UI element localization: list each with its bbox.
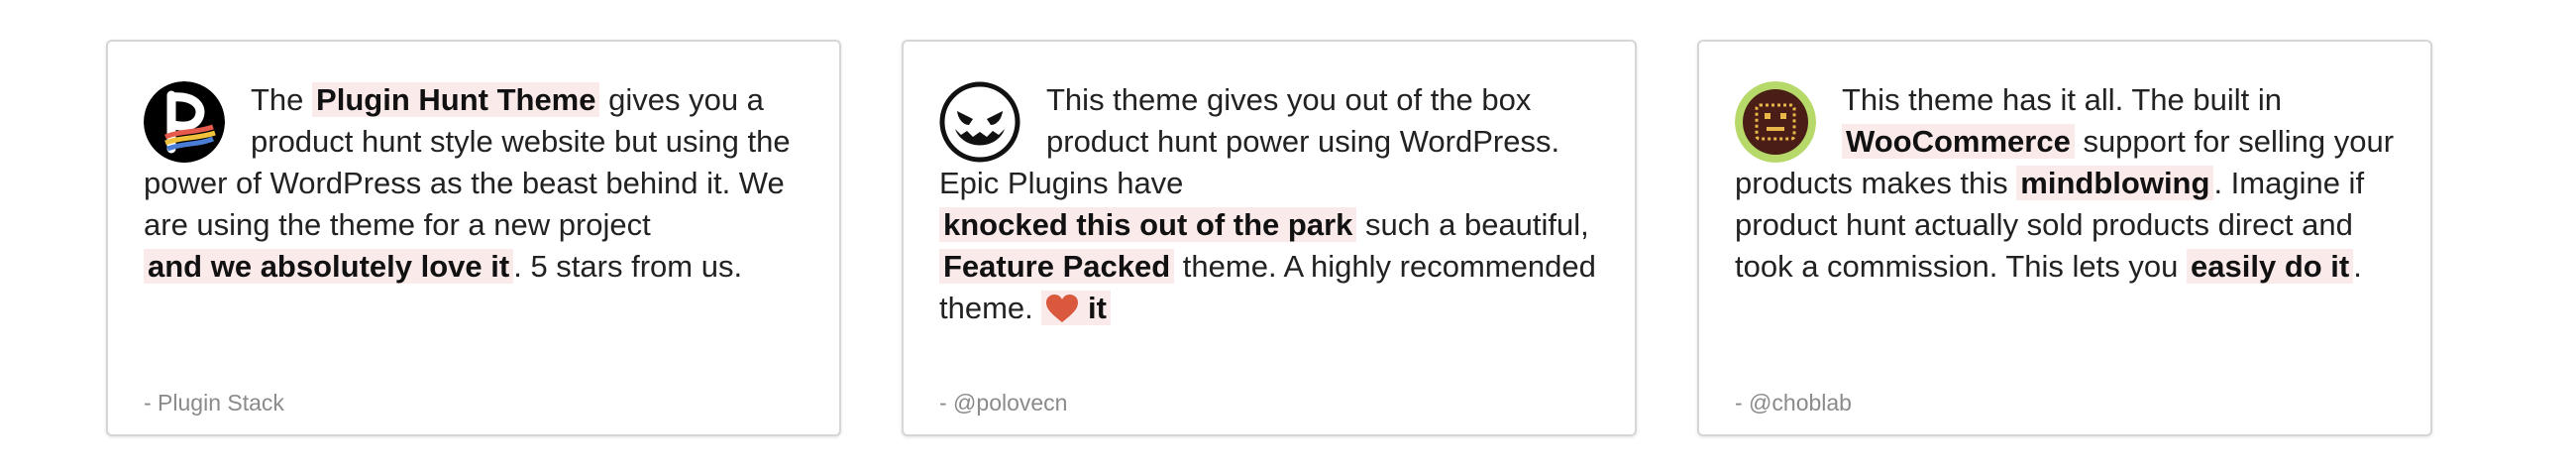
testimonial-author: - @polovecn — [939, 390, 1068, 416]
love-text: it — [1088, 291, 1107, 325]
love-highlight: it — [1041, 291, 1111, 325]
testimonial-card-plugin-stack: The Plugin Hunt Theme gives you a produc… — [106, 40, 841, 436]
body-text: The — [251, 82, 304, 117]
testimonial-text: This theme gives you out of the box prod… — [939, 79, 1605, 329]
body-text: . — [2353, 249, 2362, 284]
body-text: This theme has it all. The built in — [1842, 82, 2282, 117]
body-text: This theme gives you out of the box prod… — [939, 82, 1560, 200]
testimonials-row: The Plugin Hunt Theme gives you a produc… — [106, 40, 2432, 436]
testimonial-author: - @choblab — [1735, 390, 1852, 416]
testimonial-card-choblab: This theme has it all. The built in WooC… — [1697, 40, 2432, 436]
heart-icon — [1046, 295, 1079, 322]
highlight-text: Feature Packed — [939, 249, 1175, 284]
testimonial-text: This theme has it all. The built in WooC… — [1735, 79, 2401, 288]
body-text: . 5 stars from us. — [513, 249, 743, 284]
highlight-text: Plugin Hunt Theme — [312, 82, 600, 117]
highlight-text: easily do it — [2187, 249, 2354, 284]
highlight-text: and we absolutely love it — [144, 249, 514, 284]
plugin-stack-logo-icon — [144, 81, 225, 163]
testimonial-author: - Plugin Stack — [144, 390, 284, 416]
robot-face-icon — [1735, 81, 1816, 163]
testimonial-card-polovecn: This theme gives you out of the box prod… — [902, 40, 1637, 436]
highlight-text: mindblowing — [2016, 166, 2214, 200]
highlight-text: WooCommerce — [1842, 124, 2075, 159]
testimonial-text: The Plugin Hunt Theme gives you a produc… — [144, 79, 809, 288]
evil-smiley-icon — [939, 81, 1020, 163]
highlight-text: knocked this out of the park — [939, 207, 1357, 242]
body-text: such a beautiful, — [1365, 207, 1589, 242]
